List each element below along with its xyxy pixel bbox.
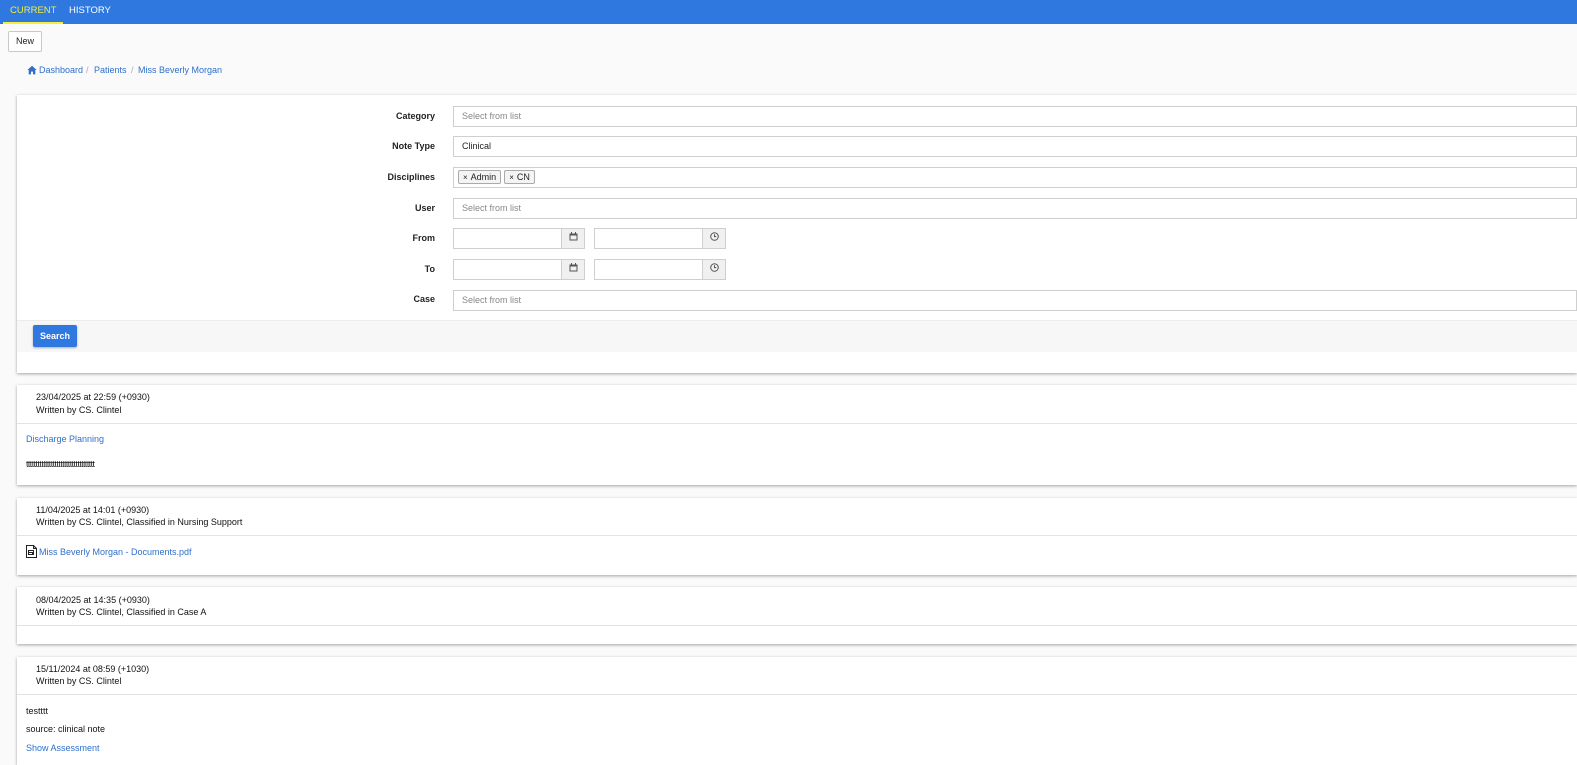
note-card: 23/04/2025 at 22:59 (+0930) Written by C… xyxy=(17,385,1577,485)
user-select[interactable]: Select from list xyxy=(453,198,1577,219)
breadcrumb-separator: / xyxy=(86,65,89,75)
remove-chip-icon[interactable]: × xyxy=(463,173,468,182)
note-byline: Written by CS. Clintel xyxy=(36,676,122,686)
clock-icon[interactable] xyxy=(702,228,726,249)
note-card: 15/11/2024 at 08:59 (+1030) Written by C… xyxy=(17,657,1577,765)
filter-panel: Category Select from list Note Type Clin… xyxy=(17,95,1577,373)
note-divider xyxy=(17,423,1577,424)
breadcrumb-dashboard[interactable]: Dashboard xyxy=(39,65,83,75)
note-type-label: Note Type xyxy=(392,141,435,151)
home-icon[interactable] xyxy=(27,65,37,75)
to-time-input[interactable] xyxy=(594,259,703,280)
note-divider xyxy=(17,535,1577,536)
calendar-icon[interactable] xyxy=(561,228,585,249)
discipline-chip: × CN xyxy=(504,170,535,184)
breadcrumb-separator: / xyxy=(131,65,134,75)
note-card: 11/04/2025 at 14:01 (+0930) Written by C… xyxy=(17,498,1577,575)
disciplines-multiselect[interactable]: × Admin × CN xyxy=(453,167,1577,188)
note-body: tttttttttttttttttttttttttttttttttttt xyxy=(26,459,95,469)
note-date: 08/04/2025 at 14:35 (+0930) xyxy=(36,595,150,605)
note-title-link[interactable]: Discharge Planning xyxy=(26,434,104,444)
note-body: testttt xyxy=(26,706,49,716)
user-label: User xyxy=(414,203,435,213)
pdf-file-icon xyxy=(26,545,37,558)
discipline-chip-label: CN xyxy=(516,172,530,182)
remove-chip-icon[interactable]: × xyxy=(509,173,514,182)
note-divider xyxy=(17,694,1577,695)
note-attachment-link[interactable]: Miss Beverly Morgan - Documents.pdf xyxy=(39,547,192,557)
case-label: Case xyxy=(413,294,435,304)
note-date: 11/04/2025 at 14:01 (+0930) xyxy=(36,505,150,515)
to-label: To xyxy=(424,264,435,274)
from-date-input[interactable] xyxy=(453,228,562,249)
case-select[interactable]: Select from list xyxy=(453,290,1577,311)
top-tab-bar: CURRENT HISTORY xyxy=(0,0,1577,24)
breadcrumb-patient-name[interactable]: Miss Beverly Morgan xyxy=(138,65,222,75)
show-assessment-link[interactable]: Show Assessment xyxy=(26,743,100,753)
note-byline: Written by CS. Clintel, Classified in Nu… xyxy=(36,517,243,527)
note-source: source: clinical note xyxy=(26,724,106,734)
note-byline: Written by CS. Clintel, Classified in Ca… xyxy=(36,607,207,617)
discipline-chip-label: Admin xyxy=(470,172,497,182)
note-divider xyxy=(17,625,1577,626)
disciplines-label: Disciplines xyxy=(387,172,435,182)
category-select[interactable]: Select from list xyxy=(453,106,1577,127)
tab-current[interactable]: CURRENT xyxy=(3,0,64,24)
tab-history[interactable]: HISTORY xyxy=(69,0,111,24)
discipline-chip: × Admin xyxy=(458,170,502,184)
calendar-icon[interactable] xyxy=(561,259,585,280)
note-card: 08/04/2025 at 14:35 (+0930) Written by C… xyxy=(17,587,1577,644)
to-date-input[interactable] xyxy=(453,259,562,280)
clock-icon[interactable] xyxy=(702,259,726,280)
breadcrumb-patients[interactable]: Patients xyxy=(94,65,127,75)
search-button[interactable]: Search xyxy=(33,325,77,347)
from-label: From xyxy=(412,233,436,243)
filter-footer xyxy=(17,320,1577,352)
note-type-select[interactable]: Clinical xyxy=(453,136,1577,157)
new-button[interactable]: New xyxy=(8,31,42,52)
from-time-input[interactable] xyxy=(594,228,703,249)
category-label: Category xyxy=(395,111,435,121)
note-date: 23/04/2025 at 22:59 (+0930) xyxy=(36,392,150,402)
note-byline: Written by CS. Clintel xyxy=(36,405,122,415)
note-date: 15/11/2024 at 08:59 (+1030) xyxy=(36,664,150,674)
